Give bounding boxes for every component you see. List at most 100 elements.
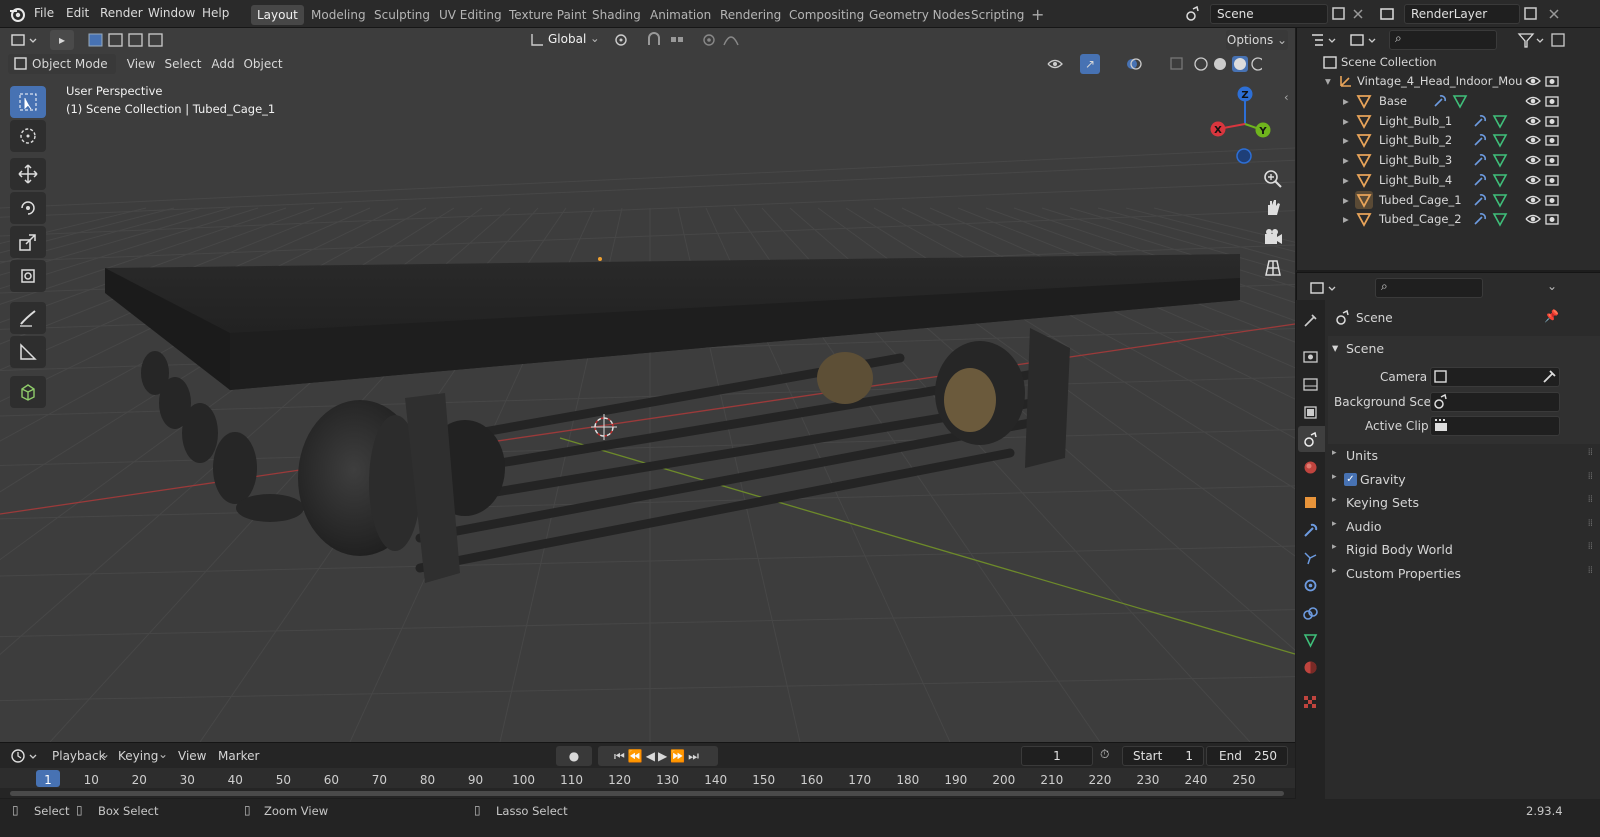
light-fixture-model[interactable] <box>105 254 1240 583</box>
tool-add-cube[interactable] <box>10 376 46 408</box>
display-mode-icon[interactable] <box>1349 31 1377 49</box>
pin-icon[interactable]: 📌 <box>1544 309 1559 323</box>
panel-expand-icon[interactable]: ▾ <box>1332 340 1338 355</box>
modifier-wrench-icon[interactable] <box>1471 151 1489 169</box>
render-camera-icon[interactable] <box>1543 210 1561 228</box>
tab-layout[interactable]: Layout <box>251 5 304 25</box>
tab-shading[interactable]: Shading <box>586 5 647 25</box>
viewport-scene[interactable] <box>0 28 1295 742</box>
drag-handle-icon[interactable]: ⁞⁞ <box>1588 494 1593 505</box>
material-tab-icon[interactable] <box>1302 659 1319 676</box>
menu-playback[interactable]: Playback <box>52 749 106 763</box>
tool-rotate[interactable] <box>10 192 46 224</box>
expand-arrow-icon[interactable]: ▸ <box>1343 114 1349 128</box>
texture-tab-icon[interactable] <box>1302 694 1319 711</box>
modifier-wrench-icon[interactable] <box>1471 112 1489 130</box>
snap-target-icon[interactable] <box>668 31 686 49</box>
properties-editor-type-icon[interactable] <box>1309 279 1337 297</box>
tool-tab-icon[interactable] <box>1302 312 1319 329</box>
world-tab-icon[interactable] <box>1302 459 1319 476</box>
render-camera-icon[interactable] <box>1543 72 1561 90</box>
object-tab-icon[interactable] <box>1302 494 1319 511</box>
scene-tab-icon[interactable] <box>1302 431 1319 448</box>
menu-add[interactable]: Add <box>208 54 238 74</box>
transform-orientation-icon[interactable] <box>528 31 546 49</box>
menu-window[interactable]: Window <box>148 6 195 20</box>
overlays-icon[interactable] <box>1125 55 1143 73</box>
camera-view-icon[interactable] <box>1260 225 1286 251</box>
tab-animation[interactable]: Animation <box>644 5 717 25</box>
proportional-editing-icon[interactable] <box>700 31 718 49</box>
render-camera-icon[interactable] <box>1543 131 1561 149</box>
start-frame-field[interactable]: Start 1 <box>1122 746 1204 766</box>
mesh-data-icon[interactable] <box>1491 171 1509 189</box>
mesh-data-icon[interactable] <box>1451 92 1469 110</box>
expand-arrow-icon[interactable]: ▸ <box>1343 173 1349 187</box>
outliner-row-object[interactable]: ▸ Light_Bulb_4 <box>1297 171 1600 190</box>
add-workspace-icon[interactable]: + <box>1025 5 1050 25</box>
view-layer-field[interactable]: RenderLayer <box>1404 4 1520 24</box>
eye-icon[interactable] <box>1524 210 1542 228</box>
outliner-row-object[interactable]: ▸ Light_Bulb_3 <box>1297 151 1600 170</box>
drag-handle-icon[interactable]: ⁞⁞ <box>1588 541 1593 552</box>
playback-controls[interactable]: ⏮⏪◀▶⏩⏭ <box>598 746 718 766</box>
tab-scripting[interactable]: Scripting <box>965 5 1030 25</box>
drag-handle-icon[interactable]: ⁞⁞ <box>1588 518 1593 529</box>
render-camera-icon[interactable] <box>1543 112 1561 130</box>
outliner-editor-type-icon[interactable] <box>1309 31 1337 49</box>
tool-select-box[interactable] <box>10 86 46 118</box>
properties-search-input[interactable] <box>1375 278 1483 298</box>
particles-tab-icon[interactable] <box>1302 550 1319 567</box>
panel-keying-sets[interactable]: ▸ Keying Sets ⁞⁞ <box>1328 492 1600 514</box>
pivot-point-icon[interactable] <box>612 31 630 49</box>
expand-arrow-icon[interactable]: ▸ <box>1343 153 1349 167</box>
tool-measure[interactable] <box>10 336 46 368</box>
zoom-icon[interactable] <box>1260 166 1286 192</box>
shading-mode-icons[interactable] <box>1192 55 1262 73</box>
options-dropdown[interactable]: Options ⌄ <box>1226 30 1288 50</box>
view-layer-tab-icon[interactable] <box>1302 404 1319 421</box>
tool-scale[interactable] <box>10 226 46 258</box>
data-tab-icon[interactable] <box>1302 632 1319 649</box>
menu-view[interactable]: View <box>124 54 158 74</box>
mesh-data-icon[interactable] <box>1491 131 1509 149</box>
outliner-row-object[interactable]: ▸ Tubed_Cage_1 <box>1297 190 1600 210</box>
snap-icon[interactable] <box>645 31 663 49</box>
panel-gravity[interactable]: ▸ ✓ Gravity ⁞⁞ <box>1328 469 1600 491</box>
render-tab-icon[interactable] <box>1302 348 1319 365</box>
outliner-search-input[interactable] <box>1389 30 1497 50</box>
scene-name-field[interactable]: Scene <box>1210 4 1328 24</box>
mesh-data-icon[interactable] <box>1491 191 1509 209</box>
perspective-grid-icon[interactable] <box>1260 255 1286 281</box>
pan-hand-icon[interactable] <box>1260 195 1286 221</box>
editor-type-icon[interactable] <box>10 31 38 49</box>
outliner-row-object[interactable]: ▸ Light_Bulb_1 <box>1297 112 1600 131</box>
drag-handle-icon[interactable]: ⁞⁞ <box>1588 471 1593 482</box>
render-camera-icon[interactable] <box>1543 171 1561 189</box>
tool-move[interactable] <box>10 158 46 190</box>
blender-logo-icon[interactable] <box>8 5 26 23</box>
delete-view-layer-icon[interactable] <box>1545 5 1563 23</box>
visibility-icon[interactable] <box>1046 55 1074 73</box>
preview-range-icon[interactable]: ⏱ <box>1100 747 1109 762</box>
3d-cursor-icon[interactable] <box>591 414 617 440</box>
mesh-data-icon[interactable] <box>1491 210 1509 228</box>
new-collection-icon[interactable] <box>1549 31 1567 49</box>
render-camera-icon[interactable] <box>1543 92 1561 110</box>
eye-icon[interactable] <box>1524 131 1542 149</box>
constraints-tab-icon[interactable] <box>1302 605 1319 622</box>
gravity-checkbox[interactable]: ✓ <box>1344 473 1357 486</box>
panel-rigid-body-world[interactable]: ▸ Rigid Body World ⁞⁞ <box>1328 539 1600 561</box>
current-frame-field[interactable]: 1 <box>1021 746 1093 766</box>
panel-audio[interactable]: ▸ Audio ⁞⁞ <box>1328 516 1600 538</box>
eye-icon[interactable] <box>1524 171 1542 189</box>
outliner-row-object[interactable]: ▸ Base <box>1297 92 1600 111</box>
view-layer-icon[interactable] <box>1378 5 1396 23</box>
menu-timeline-view[interactable]: View <box>178 749 206 763</box>
menu-render[interactable]: Render <box>100 6 143 20</box>
modifier-wrench-icon[interactable] <box>1471 210 1489 228</box>
expand-arrow-icon[interactable]: ▸ <box>1343 133 1349 147</box>
panel-scene-header[interactable]: Scene <box>1346 341 1384 356</box>
tab-rendering[interactable]: Rendering <box>714 5 787 25</box>
outliner-row-object[interactable]: ▸ Tubed_Cage_2 <box>1297 210 1600 229</box>
